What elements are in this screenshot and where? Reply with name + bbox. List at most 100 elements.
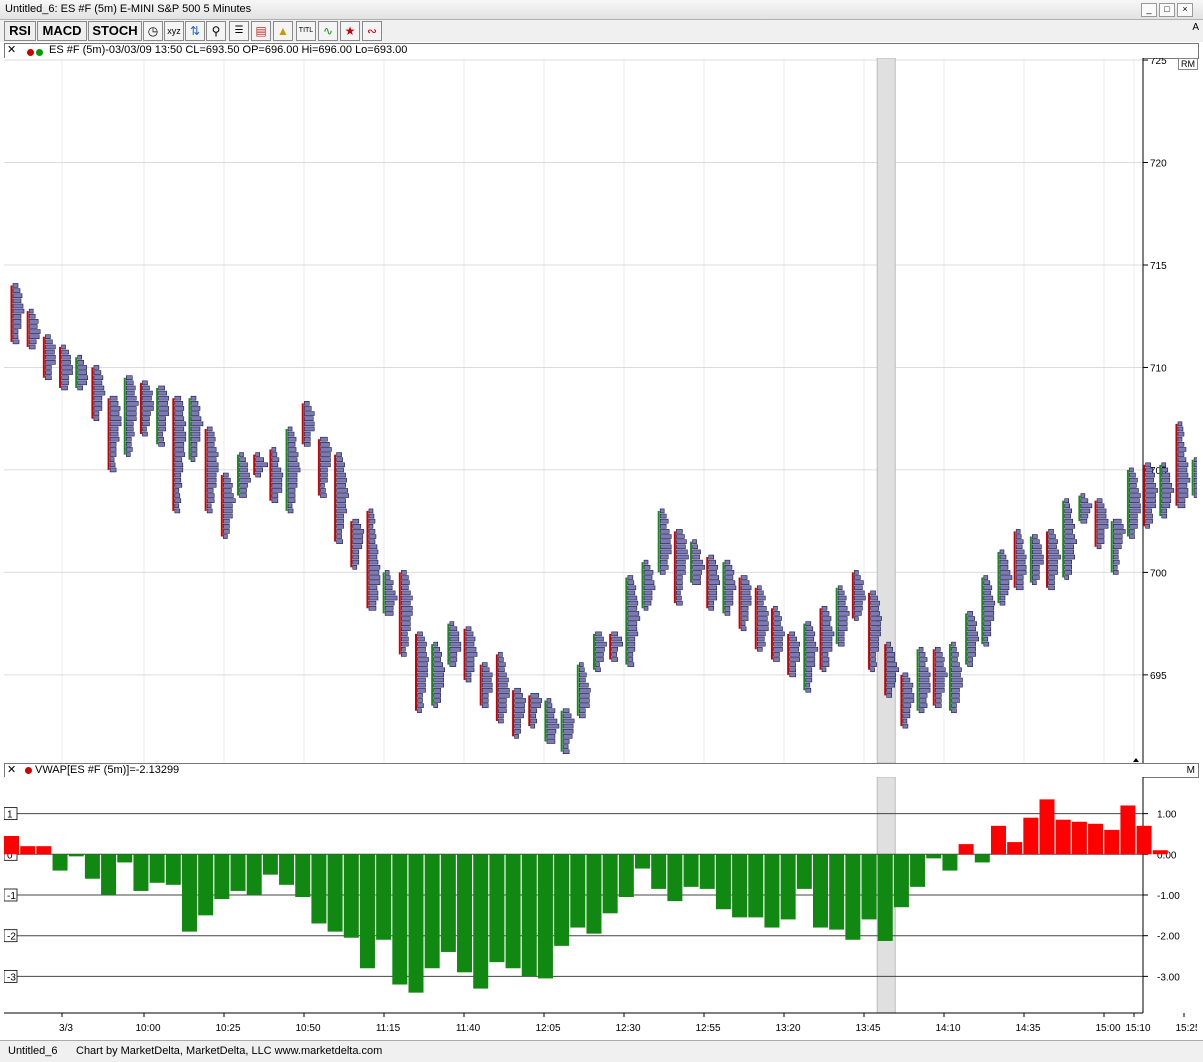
profile-level [417,631,423,637]
profile-level [821,646,833,652]
profile-level [967,611,973,616]
profile-level [1177,431,1185,437]
profile-level [465,646,477,652]
bell-icon[interactable]: ▲ [273,21,293,41]
candles-icon[interactable]: ⇅ [185,21,205,41]
profile-level [1064,549,1074,555]
profile-level [109,457,115,462]
profile-level [158,401,168,406]
profile-level [789,657,800,662]
stoch-button[interactable]: STOCH [88,21,142,41]
profile-level [481,703,489,708]
profile-level [1048,529,1054,534]
profile-level [789,652,800,657]
profile-level [627,657,634,662]
profile-level [789,672,796,678]
profile-level [902,718,908,724]
title-icon[interactable]: TITL [296,21,316,41]
profile-level [206,508,213,514]
profile-level [336,457,343,462]
profile-level [627,575,634,580]
profile-level [1064,539,1077,544]
profile-level [934,703,942,708]
profile-level [384,580,394,585]
maximize-button[interactable]: □ [1159,3,1175,17]
profile-level [174,498,182,503]
profile-level [1145,472,1155,478]
profile-level [417,687,426,693]
vwap-bar [408,854,424,993]
close-panel-icon[interactable]: ✕ [7,44,16,57]
x-tick-label: 3/3 [59,1023,73,1034]
profile-level [401,646,406,652]
profile-level [659,539,671,544]
profile-level [773,621,781,626]
macd-button[interactable]: MACD [37,21,87,41]
profile-level [1112,564,1118,570]
chart-line-icon[interactable]: ∿ [318,21,338,41]
profile-level [417,662,428,667]
clock-icon[interactable]: ◷ [143,21,163,41]
vwap-bar [829,854,845,930]
profile-level [611,631,618,637]
profile-level [1032,564,1040,570]
xyz-icon[interactable]: xyz [164,21,184,41]
profile-level [1112,554,1119,560]
profile-level [223,503,233,509]
profile-level [417,652,427,657]
list-icon[interactable]: ☰ [229,21,249,41]
vwap-bar [1023,817,1039,855]
profile-level [352,523,362,529]
profile-level [417,703,424,708]
profile-level [239,477,251,483]
vwap-bar [84,854,100,879]
profile-level [401,616,411,621]
profile-level [174,411,184,416]
vwap-bar [52,854,68,871]
profile-level [498,713,504,719]
profile-level [983,605,995,611]
profile-level [1015,570,1027,575]
star-icon[interactable]: ★ [340,21,360,41]
profile-level [837,611,850,616]
vwap-bar [424,854,440,969]
profile-level [1129,508,1141,514]
profile-level [433,646,440,652]
profile-level [401,626,411,632]
profile-level [336,508,347,514]
profile-level [659,523,667,529]
zoom-icon[interactable]: ⚲ [206,21,226,41]
profile-level [837,616,848,621]
profile-level [174,395,182,401]
vwap-chart[interactable]: -3.00-3-2.00-2-1.00-10.0001.0013/3 10:00 1… [4,777,1197,1040]
profile-level [336,523,344,529]
minimize-button[interactable]: _ [1141,3,1157,17]
profile-level [514,693,523,698]
profile-level [142,390,153,396]
profile-level [530,723,536,729]
vwap-bar [376,854,392,940]
profile-level [239,457,246,462]
profile-level [498,662,506,667]
profile-level [384,600,395,606]
profile-level [740,605,749,611]
profile-level [999,570,1011,575]
profile-level [206,426,213,432]
profile-level [627,585,637,591]
profile-level [368,585,378,591]
vwap-y-tick-label: 1.00 [1157,810,1177,821]
close-button[interactable]: × [1177,3,1193,17]
rsi-button[interactable]: RSI [4,21,36,41]
profile-level [627,621,638,626]
status-tab[interactable]: Untitled_6 [8,1045,58,1057]
profile-level [287,431,295,437]
price-chart[interactable]: 695700705710715720725 [4,58,1197,763]
chart-icon[interactable]: ▤ [251,21,271,41]
profile-level [886,641,892,647]
profile-level [401,590,411,596]
profile-level [239,483,248,488]
profile-level [1161,462,1167,468]
close-vwap-panel-icon[interactable]: ✕ [7,764,16,777]
pattern-icon[interactable]: ∾ [362,21,382,41]
profile-level [287,493,296,498]
